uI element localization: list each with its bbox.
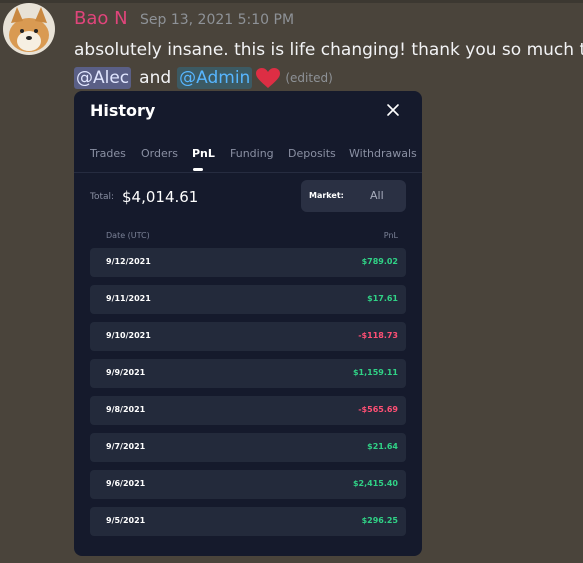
message-text-line2: @Alec and @Admin (edited) (74, 66, 333, 90)
row-pnl: -$118.73 (358, 331, 398, 340)
row-date: 9/11/2021 (106, 294, 151, 303)
table-row[interactable]: 9/12/2021 $789.02 (90, 248, 406, 277)
table-row[interactable]: 9/6/2021 $2,415.40 (90, 470, 406, 499)
row-date: 9/10/2021 (106, 331, 151, 340)
author-name[interactable]: Bao N (74, 8, 128, 29)
table-row[interactable]: 9/10/2021 -$118.73 (90, 322, 406, 351)
avatar[interactable] (3, 3, 55, 55)
message-conjunction: and (139, 68, 172, 88)
row-date: 9/5/2021 (106, 516, 146, 525)
pnl-table: 9/12/2021 $789.02 9/11/2021 $17.61 9/10/… (90, 248, 406, 544)
mention-alec[interactable]: @Alec (74, 67, 132, 89)
tab-deposits[interactable]: Deposits (288, 147, 336, 160)
top-divider (0, 0, 583, 3)
message-timestamp: Sep 13, 2021 5:10 PM (140, 12, 295, 28)
total-label: Total: (90, 192, 115, 202)
tab-divider (74, 172, 422, 173)
table-row[interactable]: 9/9/2021 $1,159.11 (90, 359, 406, 388)
tab-trades[interactable]: Trades (90, 147, 126, 160)
table-row[interactable]: 9/8/2021 -$565.69 (90, 396, 406, 425)
total-value: $4,014.61 (122, 188, 199, 206)
close-icon[interactable] (384, 101, 402, 119)
row-date: 9/9/2021 (106, 368, 146, 377)
edited-label: (edited) (285, 71, 333, 85)
row-pnl: $17.61 (367, 294, 398, 303)
history-panel: History Trades Orders PnL Funding Deposi… (74, 91, 422, 556)
row-pnl: $789.02 (361, 257, 398, 266)
row-date: 9/12/2021 (106, 257, 151, 266)
red-heart-icon (256, 67, 281, 89)
tab-bar: Trades Orders PnL Funding Deposits Withd… (74, 147, 422, 167)
mention-admin[interactable]: @Admin (177, 67, 253, 89)
tab-funding[interactable]: Funding (230, 147, 274, 160)
market-value: All (370, 189, 384, 202)
row-pnl: $2,415.40 (352, 479, 398, 488)
market-label: Market: (309, 191, 344, 200)
message-text: absolutely insane. this is life changing… (74, 40, 583, 60)
row-date: 9/8/2021 (106, 405, 146, 414)
row-pnl: -$565.69 (358, 405, 398, 414)
table-row[interactable]: 9/11/2021 $17.61 (90, 285, 406, 314)
table-row[interactable]: 9/7/2021 $21.64 (90, 433, 406, 462)
panel-title: History (90, 101, 156, 120)
tab-pnl[interactable]: PnL (192, 147, 215, 160)
column-header-date: Date (UTC) (106, 231, 150, 240)
row-date: 9/6/2021 (106, 479, 146, 488)
market-select[interactable]: Market: All (301, 180, 406, 212)
row-date: 9/7/2021 (106, 442, 146, 451)
tab-withdrawals[interactable]: Withdrawals (349, 147, 417, 160)
table-row[interactable]: 9/5/2021 $296.25 (90, 507, 406, 536)
column-header-pnl: PnL (383, 231, 398, 240)
row-pnl: $1,159.11 (352, 368, 398, 377)
row-pnl: $296.25 (361, 516, 398, 525)
row-pnl: $21.64 (367, 442, 398, 451)
tab-orders[interactable]: Orders (141, 147, 178, 160)
active-tab-indicator (193, 168, 203, 171)
